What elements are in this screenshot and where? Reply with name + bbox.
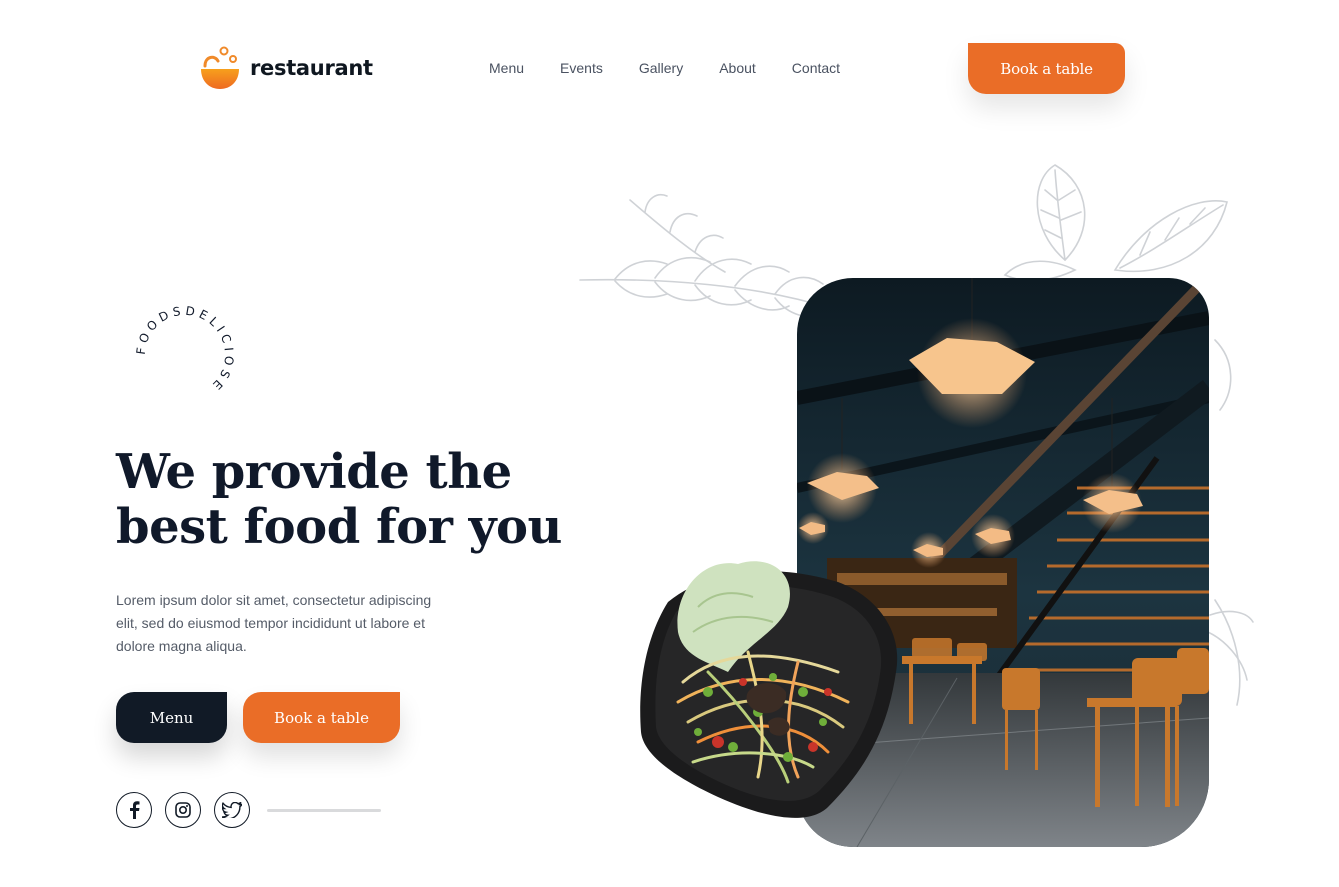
menu-button[interactable]: Menu <box>116 692 227 743</box>
book-table-button[interactable]: Book a table <box>243 692 400 743</box>
hero-description: Lorem ipsum dolor sit amet, consectetur … <box>116 592 432 654</box>
nav-link-events[interactable]: Events <box>560 60 603 76</box>
twitter-icon <box>222 802 242 818</box>
nav-link-menu[interactable]: Menu <box>489 60 524 76</box>
nav-link-gallery[interactable]: Gallery <box>639 60 683 76</box>
main-nav: Menu Events Gallery About Contact <box>489 60 840 76</box>
bowl-logo-icon <box>201 46 239 89</box>
instagram-link[interactable] <box>165 792 201 828</box>
brand-logo[interactable]: restaurant <box>200 44 373 92</box>
svg-text:FOODSDELICIOSE: FOODSDELICIOSE <box>134 304 237 395</box>
foods-delicious-badge: FOODSDELICIOSE <box>134 304 237 395</box>
header-book-table-button[interactable]: Book a table <box>968 43 1125 94</box>
hero-title: We provide the best food for you <box>116 444 562 555</box>
facebook-link[interactable] <box>116 792 152 828</box>
food-plate-image <box>640 561 898 818</box>
social-divider-line <box>267 808 381 812</box>
social-links <box>116 792 381 828</box>
nav-link-about[interactable]: About <box>719 60 756 76</box>
brand-name: restaurant <box>250 56 373 80</box>
badge-text: FOODSDELICIOSE <box>134 304 233 395</box>
twitter-link[interactable] <box>214 792 250 828</box>
instagram-icon <box>175 802 191 818</box>
nav-link-contact[interactable]: Contact <box>792 60 840 76</box>
facebook-icon <box>130 801 140 819</box>
